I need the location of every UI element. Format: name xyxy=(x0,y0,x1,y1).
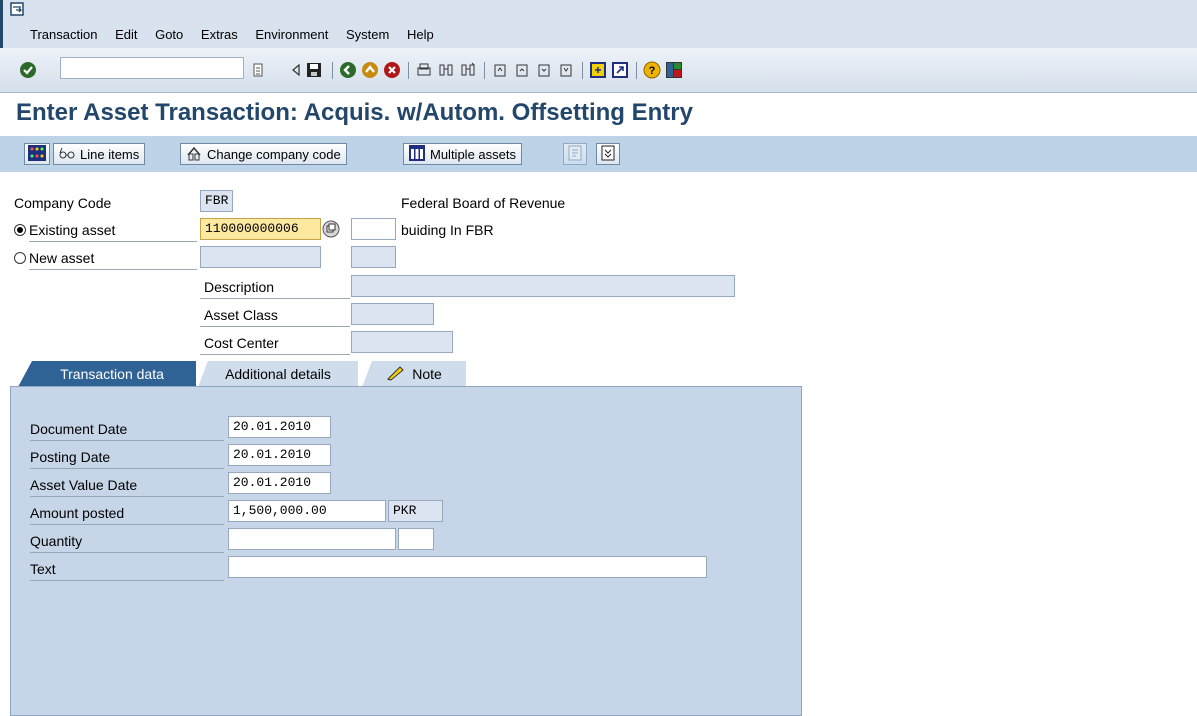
quantity-field[interactable] xyxy=(228,528,396,550)
menu-goto[interactable]: Goto xyxy=(155,27,183,42)
menu-edit[interactable]: Edit xyxy=(115,27,137,42)
tab-transaction-data[interactable]: Transaction data xyxy=(18,361,196,387)
quantity-label: Quantity xyxy=(30,530,224,553)
svg-text:?: ? xyxy=(649,65,656,77)
previous-page-icon[interactable] xyxy=(512,60,532,80)
first-page-icon[interactable] xyxy=(490,60,510,80)
save-icon[interactable] xyxy=(304,60,324,80)
simulate-icon xyxy=(567,145,583,164)
assign-fields-button[interactable] xyxy=(24,143,50,165)
note-pencil-icon xyxy=(386,365,406,384)
standard-toolbar: ? xyxy=(0,48,1197,93)
back-icon[interactable] xyxy=(338,60,358,80)
shortcut-icon[interactable] xyxy=(610,60,630,80)
change-company-code-button[interactable]: Change company code xyxy=(180,143,347,165)
next-page-icon[interactable] xyxy=(534,60,554,80)
tab-note-label: Note xyxy=(412,366,442,382)
application-toolbar: Line items Change company code Multiple … xyxy=(0,136,1197,172)
existing-asset-field[interactable]: 110000000006 xyxy=(200,218,321,240)
asset-value-date-field[interactable]: 20.01.2010 xyxy=(228,472,331,494)
post-icon xyxy=(600,145,616,164)
document-date-field[interactable]: 20.01.2010 xyxy=(228,416,331,438)
menu-system[interactable]: System xyxy=(346,27,389,42)
multiple-assets-button[interactable]: Multiple assets xyxy=(403,143,522,165)
currency-field: PKR xyxy=(388,500,443,522)
menu-transaction[interactable]: Transaction xyxy=(30,27,97,42)
menu-bar-edge xyxy=(0,0,3,48)
toolbar-separator xyxy=(408,62,409,79)
new-asset-subnumber-field xyxy=(351,246,396,268)
description-label: Description xyxy=(200,276,350,299)
match-code-icon[interactable] xyxy=(322,220,340,238)
asset-class-field xyxy=(351,303,434,325)
enter-icon[interactable] xyxy=(18,60,38,80)
menu-environment[interactable]: Environment xyxy=(255,27,328,42)
existing-asset-radio[interactable] xyxy=(14,224,26,236)
document-date-label: Document Date xyxy=(30,418,224,441)
glasses-icon xyxy=(59,147,75,162)
page-title: Enter Asset Transaction: Acquis. w/Autom… xyxy=(16,99,693,126)
asset-subnumber-field[interactable] xyxy=(351,218,396,240)
cost-center-label: Cost Center xyxy=(200,332,350,355)
new-asset-radio[interactable] xyxy=(14,252,26,264)
tab-note[interactable]: Note xyxy=(362,361,466,387)
change-icon xyxy=(186,145,202,164)
cancel-icon[interactable] xyxy=(382,60,402,80)
posting-date-field[interactable]: 20.01.2010 xyxy=(228,444,331,466)
toolbar-separator xyxy=(332,62,333,79)
company-name: Federal Board of Revenue xyxy=(401,195,566,211)
description-field xyxy=(351,275,735,297)
menu-help[interactable]: Help xyxy=(407,27,434,42)
tab-additional-details-label: Additional details xyxy=(225,366,331,382)
existing-asset-label: Existing asset xyxy=(29,219,197,242)
toolbar-separator xyxy=(582,62,583,79)
amount-posted-field[interactable]: 1,500,000.00 xyxy=(228,500,386,522)
quantity-unit-field[interactable] xyxy=(398,528,434,550)
line-items-button[interactable]: Line items xyxy=(53,143,146,165)
back-arrow-icon[interactable] xyxy=(286,60,306,80)
window-menu-icon[interactable] xyxy=(10,2,24,16)
help-icon[interactable]: ? xyxy=(642,60,662,80)
command-field[interactable] xyxy=(60,57,244,79)
asset-value-date-label: Asset Value Date xyxy=(30,474,224,497)
multiple-assets-label: Multiple assets xyxy=(430,146,516,162)
cost-center-field xyxy=(351,331,453,353)
menu-items: Transaction Edit Goto Extras Environment… xyxy=(30,27,448,42)
company-code-field: FBR xyxy=(200,190,233,212)
amount-posted-label: Amount posted xyxy=(30,502,224,525)
change-company-code-label: Change company code xyxy=(207,146,341,162)
find-icon[interactable] xyxy=(436,60,456,80)
new-asset-label: New asset xyxy=(29,247,197,270)
company-code-label: Company Code xyxy=(14,195,112,211)
toolbar-separator xyxy=(484,62,485,79)
existing-asset-description: buiding In FBR xyxy=(401,222,494,238)
line-items-label: Line items xyxy=(80,146,140,162)
create-session-icon[interactable] xyxy=(588,60,608,80)
toolbar-separator xyxy=(636,62,637,79)
grid-icon xyxy=(28,144,46,164)
text-field[interactable] xyxy=(228,556,707,578)
asset-class-label: Asset Class xyxy=(200,304,350,327)
tab-transaction-data-label: Transaction data xyxy=(60,366,164,382)
last-page-icon[interactable] xyxy=(556,60,576,80)
menu-extras[interactable]: Extras xyxy=(201,27,238,42)
multiple-assets-icon xyxy=(409,144,425,164)
posting-date-label: Posting Date xyxy=(30,446,224,469)
text-label: Text xyxy=(30,558,224,581)
print-icon[interactable] xyxy=(414,60,434,80)
find-next-icon[interactable] xyxy=(458,60,478,80)
new-asset-class-field xyxy=(200,246,321,268)
tab-additional-details[interactable]: Additional details xyxy=(198,361,358,387)
post-button[interactable] xyxy=(596,143,620,165)
exit-icon[interactable] xyxy=(360,60,380,80)
layout-icon[interactable] xyxy=(664,60,684,80)
simulate-button[interactable] xyxy=(563,143,587,165)
command-history-icon[interactable] xyxy=(248,60,268,80)
